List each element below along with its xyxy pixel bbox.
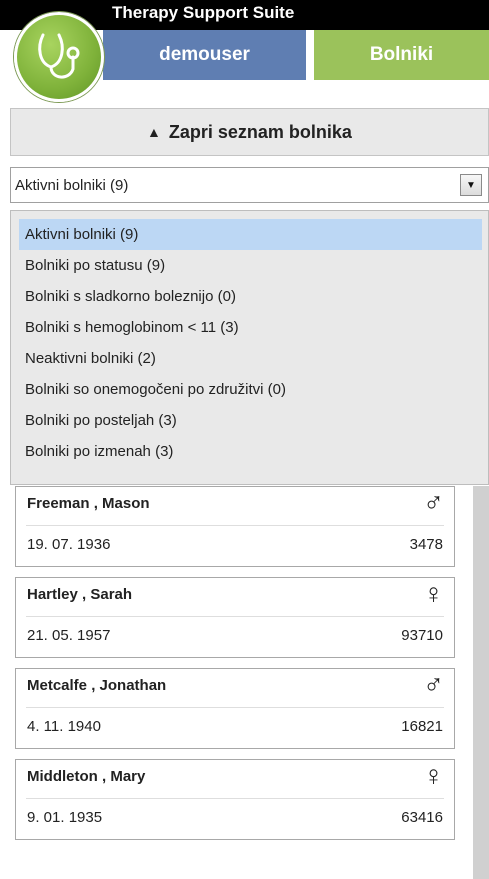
card-divider	[26, 616, 444, 617]
stethoscope-icon	[38, 33, 80, 79]
filter-option-by-bed[interactable]: Bolniki po posteljah (3)	[19, 405, 482, 436]
patient-filter-select[interactable]: Aktivni bolniki (9) ▼	[10, 167, 489, 203]
patient-id: 63416	[401, 809, 443, 826]
filter-option-active[interactable]: Aktivni bolniki (9)	[19, 219, 482, 250]
card-divider	[26, 707, 444, 708]
patient-filter-value: Aktivni bolniki (9)	[15, 176, 129, 194]
tab-user[interactable]: demouser	[103, 30, 306, 80]
patient-name: Middleton , Mary	[27, 768, 146, 785]
patient-id: 93710	[401, 627, 443, 644]
patient-card[interactable]: Metcalfe , Jonathan ♂ 4. 11. 1940 16821	[15, 668, 455, 749]
female-icon: ♀	[423, 760, 444, 791]
female-icon: ♀	[423, 578, 444, 609]
patient-birthdate: 9. 01. 1935	[27, 809, 103, 826]
filter-option-disabled-merge[interactable]: Bolniki so onemogočeni po združitvi (0)	[19, 374, 482, 405]
male-icon: ♂	[423, 669, 444, 700]
filter-option-hemoglobin[interactable]: Bolniki s hemoglobinom < 11 (3)	[19, 312, 482, 343]
chevron-down-icon[interactable]: ▼	[460, 174, 482, 196]
patient-birthdate: 21. 05. 1957	[27, 627, 111, 644]
filter-option-inactive[interactable]: Neaktivni bolniki (2)	[19, 343, 482, 374]
patient-birthdate: 4. 11. 1940	[27, 718, 101, 735]
header: Therapy Support Suite demouser Bolniki	[0, 0, 489, 102]
patient-filter-dropdown: Aktivni bolniki (9) Bolniki po statusu (…	[10, 210, 489, 485]
list-scrollbar[interactable]	[473, 486, 489, 879]
tab-patients[interactable]: Bolniki	[314, 30, 489, 80]
close-patient-list-button[interactable]: ▲ Zapri seznam bolnika	[10, 108, 489, 156]
filter-option-by-shift[interactable]: Bolniki po izmenah (3)	[19, 436, 482, 467]
patient-card[interactable]: Middleton , Mary ♀ 9. 01. 1935 63416	[15, 759, 455, 840]
triangle-up-icon: ▲	[147, 124, 161, 140]
male-icon: ♂	[423, 487, 444, 518]
patient-card[interactable]: Freeman , Mason ♂ 19. 07. 1936 3478	[15, 486, 455, 567]
patient-name: Metcalfe , Jonathan	[27, 677, 167, 694]
patient-name: Freeman , Mason	[27, 495, 150, 512]
card-divider	[26, 798, 444, 799]
filter-option-by-status[interactable]: Bolniki po statusu (9)	[19, 250, 482, 281]
patient-id: 16821	[401, 718, 443, 735]
card-divider	[26, 525, 444, 526]
patient-name: Hartley , Sarah	[27, 586, 133, 603]
app-logo[interactable]	[14, 12, 104, 102]
app-title: Therapy Support Suite	[112, 3, 295, 22]
patient-card[interactable]: Hartley , Sarah ♀ 21. 05. 1957 93710	[15, 577, 455, 658]
patient-id: 3478	[409, 536, 443, 553]
patient-birthdate: 19. 07. 1936	[27, 536, 111, 553]
close-patient-list-label: Zapri seznam bolnika	[168, 121, 352, 142]
filter-option-diabetes[interactable]: Bolniki s sladkorno boleznijo (0)	[19, 281, 482, 312]
